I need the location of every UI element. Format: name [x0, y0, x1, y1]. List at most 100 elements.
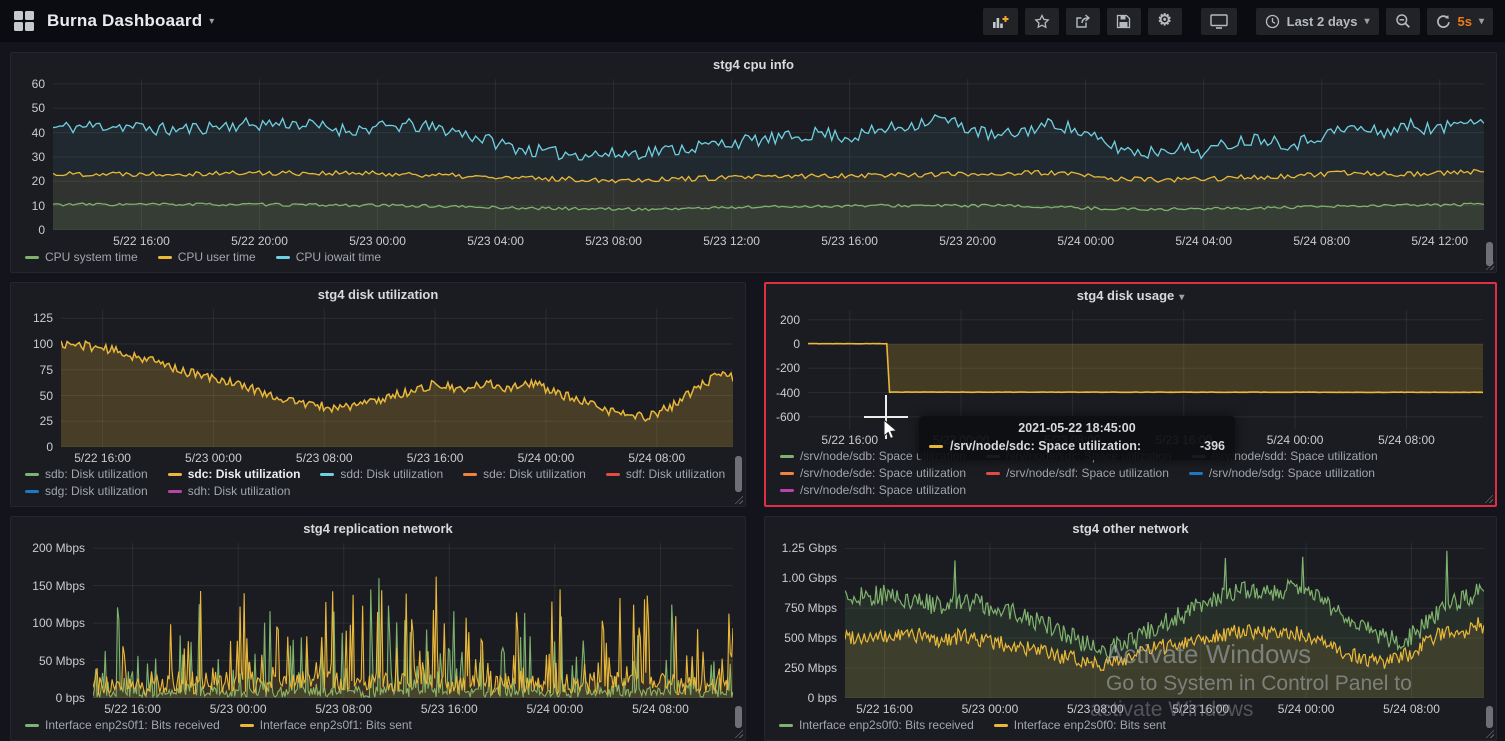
panel-scrollbar[interactable] — [1486, 242, 1493, 266]
y-tick-label: 0 — [793, 337, 800, 351]
y-tick-label: 0 bps — [808, 691, 837, 705]
add-panel-button[interactable] — [983, 8, 1018, 35]
dashboard-title[interactable]: Burna Dashboaard — [47, 11, 202, 31]
x-tick-label: 5/23 00:00 — [210, 702, 267, 716]
y-tick-label: -600 — [776, 410, 800, 424]
x-tick-label: 5/23 08:00 — [585, 234, 642, 248]
legend-label: /srv/node/sdf: Space utilization — [1006, 466, 1169, 481]
legend-item[interactable]: Interface enp2s0f1: Bits received — [25, 718, 220, 733]
legend-label: Interface enp2s0f1: Bits received — [45, 718, 220, 733]
x-tick-label: 5/23 12:00 — [703, 234, 760, 248]
legend-item[interactable]: CPU iowait time — [276, 250, 381, 265]
refresh-button[interactable]: 5s ▾ — [1427, 8, 1494, 35]
panel-title[interactable]: stg4 cpu info — [11, 53, 1496, 77]
legend-item[interactable]: sdg: Disk utilization — [25, 484, 148, 499]
y-axis: 6050403020100 — [17, 79, 53, 230]
plot-area[interactable]: 5/22 16:005/23 00:005/23 08:005/23 16:00… — [61, 307, 733, 465]
legend-item[interactable]: sdb: Disk utilization — [25, 467, 148, 482]
dashboard-settings-button[interactable]: ⚙ — [1148, 8, 1182, 35]
legend-label: sdb: Disk utilization — [45, 467, 148, 482]
y-tick-label: 50 — [32, 101, 45, 115]
panel-cpu-info: stg4 cpu info 6050403020100 5/22 16:005/… — [10, 52, 1497, 273]
legend-item[interactable]: Interface enp2s0f1: Bits sent — [240, 718, 412, 733]
legend-item[interactable]: sdc: Disk utilization — [168, 467, 301, 482]
x-tick-label: 5/23 08:00 — [315, 702, 372, 716]
save-icon — [1116, 14, 1131, 29]
legend-item[interactable]: /srv/node/sdg: Space utilization — [1189, 466, 1375, 481]
plot-area[interactable]: 5/22 16:005/22 20:005/23 00:005/23 04:00… — [53, 77, 1484, 248]
y-tick-label: 500 Mbps — [784, 631, 837, 645]
plot-area[interactable]: 5/22 16:005/23 00:005/23 08:005/23 16:00… — [845, 541, 1484, 716]
x-tick-label: 5/22 16:00 — [856, 702, 913, 716]
zoom-out-icon — [1395, 13, 1411, 29]
legend-item[interactable]: sdf: Disk utilization — [606, 467, 725, 482]
x-tick-label: 5/24 08:00 — [632, 702, 689, 716]
panel-title-text: stg4 disk utilization — [318, 287, 439, 302]
time-range-label: Last 2 days — [1287, 14, 1358, 29]
panel-scrollbar[interactable] — [735, 456, 742, 492]
plot-area[interactable]: 5/22 16:005/23 00:005/23 08:005/23 16:00… — [93, 541, 733, 716]
legend-label: /srv/node/sdd: Space utilization — [1212, 449, 1378, 464]
x-tick-label: 5/23 16:00 — [407, 451, 464, 465]
panel-disk-utilization: stg4 disk utilization 1251007550250 5/22… — [10, 282, 746, 507]
legend-item[interactable]: /srv/node/sdf: Space utilization — [986, 466, 1169, 481]
x-tick-label: 5/23 16:00 — [821, 234, 878, 248]
legend-item[interactable]: sde: Disk utilization — [463, 467, 586, 482]
x-tick-label: 5/24 00:00 — [518, 451, 575, 465]
x-tick-label: 5/24 12:00 — [1411, 234, 1468, 248]
legend-label: sdd: Disk utilization — [340, 467, 443, 482]
legend: sdb: Disk utilization sdc: Disk utilizati… — [11, 465, 745, 506]
legend-color-dash — [168, 490, 182, 493]
tooltip-series-label: /srv/node/sdc: Space utilization: — [950, 439, 1141, 453]
panel-scrollbar[interactable] — [1486, 706, 1493, 728]
legend-item[interactable]: Interface enp2s0f0: Bits received — [779, 718, 974, 733]
legend-label: sdc: Disk utilization — [188, 467, 301, 482]
time-range-picker[interactable]: Last 2 days ▾ — [1256, 8, 1379, 35]
legend-item[interactable]: Interface enp2s0f0: Bits sent — [994, 718, 1166, 733]
y-tick-label: 75 — [40, 363, 53, 377]
legend-label: /srv/node/sdh: Space utilization — [800, 483, 966, 498]
legend-label: /srv/node/sde: Space utilization — [800, 466, 966, 481]
clock-icon — [1265, 14, 1280, 29]
star-dashboard-button[interactable] — [1025, 8, 1059, 35]
top-nav-bar: Burna Dashboaard ▾ ⚙ Last 2 days ▾ — [0, 0, 1505, 42]
panel-title[interactable]: stg4 disk utilization — [11, 283, 745, 307]
y-tick-label: 200 — [780, 313, 800, 327]
cycle-view-mode-button[interactable] — [1201, 8, 1237, 35]
y-tick-label: 10 — [32, 199, 45, 213]
panel-title[interactable]: stg4 other network — [765, 517, 1496, 541]
mouse-cursor — [883, 419, 899, 446]
legend-label: sdh: Disk utilization — [188, 484, 291, 499]
x-tick-label: 5/22 16:00 — [74, 451, 131, 465]
panel-scrollbar[interactable] — [735, 706, 742, 728]
legend-item[interactable]: CPU user time — [158, 250, 256, 265]
chevron-down-icon: ▾ — [1479, 16, 1484, 27]
y-tick-label: 1.25 Gbps — [782, 541, 837, 555]
legend-item[interactable]: sdh: Disk utilization — [168, 484, 291, 499]
share-dashboard-button[interactable] — [1066, 8, 1100, 35]
y-tick-label: 60 — [32, 77, 45, 91]
panel-menu-caret-icon[interactable]: ▾ — [1179, 292, 1184, 303]
legend-item[interactable]: sdd: Disk utilization — [320, 467, 443, 482]
dashboard-title-caret-icon[interactable]: ▾ — [209, 16, 214, 27]
y-axis: 1.25 Gbps1.00 Gbps750 Mbps500 Mbps250 Mb… — [771, 543, 845, 698]
legend-item[interactable]: /srv/node/sde: Space utilization — [780, 466, 966, 481]
legend-item[interactable]: CPU system time — [25, 250, 138, 265]
x-axis: 5/22 16:005/23 00:005/23 08:005/23 16:00… — [61, 449, 733, 465]
x-tick-label: 5/24 08:00 — [1383, 702, 1440, 716]
panel-title-text: stg4 replication network — [303, 521, 453, 536]
apps-grid-icon[interactable] — [14, 11, 34, 31]
save-dashboard-button[interactable] — [1107, 8, 1141, 35]
x-tick-label: 5/23 08:00 — [296, 451, 353, 465]
legend: Interface enp2s0f0: Bits received Interfa… — [765, 716, 1496, 740]
x-tick-label: 5/22 16:00 — [821, 433, 878, 447]
panel-replication-network: stg4 replication network 200 Mbps150 Mbp… — [10, 516, 746, 741]
panel-title[interactable]: stg4 replication network — [11, 517, 745, 541]
x-tick-label: 5/24 00:00 — [1267, 433, 1324, 447]
y-axis: 2000-200-400-600 — [772, 310, 808, 429]
panel-title[interactable]: stg4 disk usage▾ — [766, 284, 1495, 308]
zoom-out-button[interactable] — [1386, 8, 1420, 35]
y-tick-label: 30 — [32, 150, 45, 164]
legend-item[interactable]: /srv/node/sdh: Space utilization — [780, 483, 966, 498]
x-tick-label: 5/22 16:00 — [104, 702, 161, 716]
